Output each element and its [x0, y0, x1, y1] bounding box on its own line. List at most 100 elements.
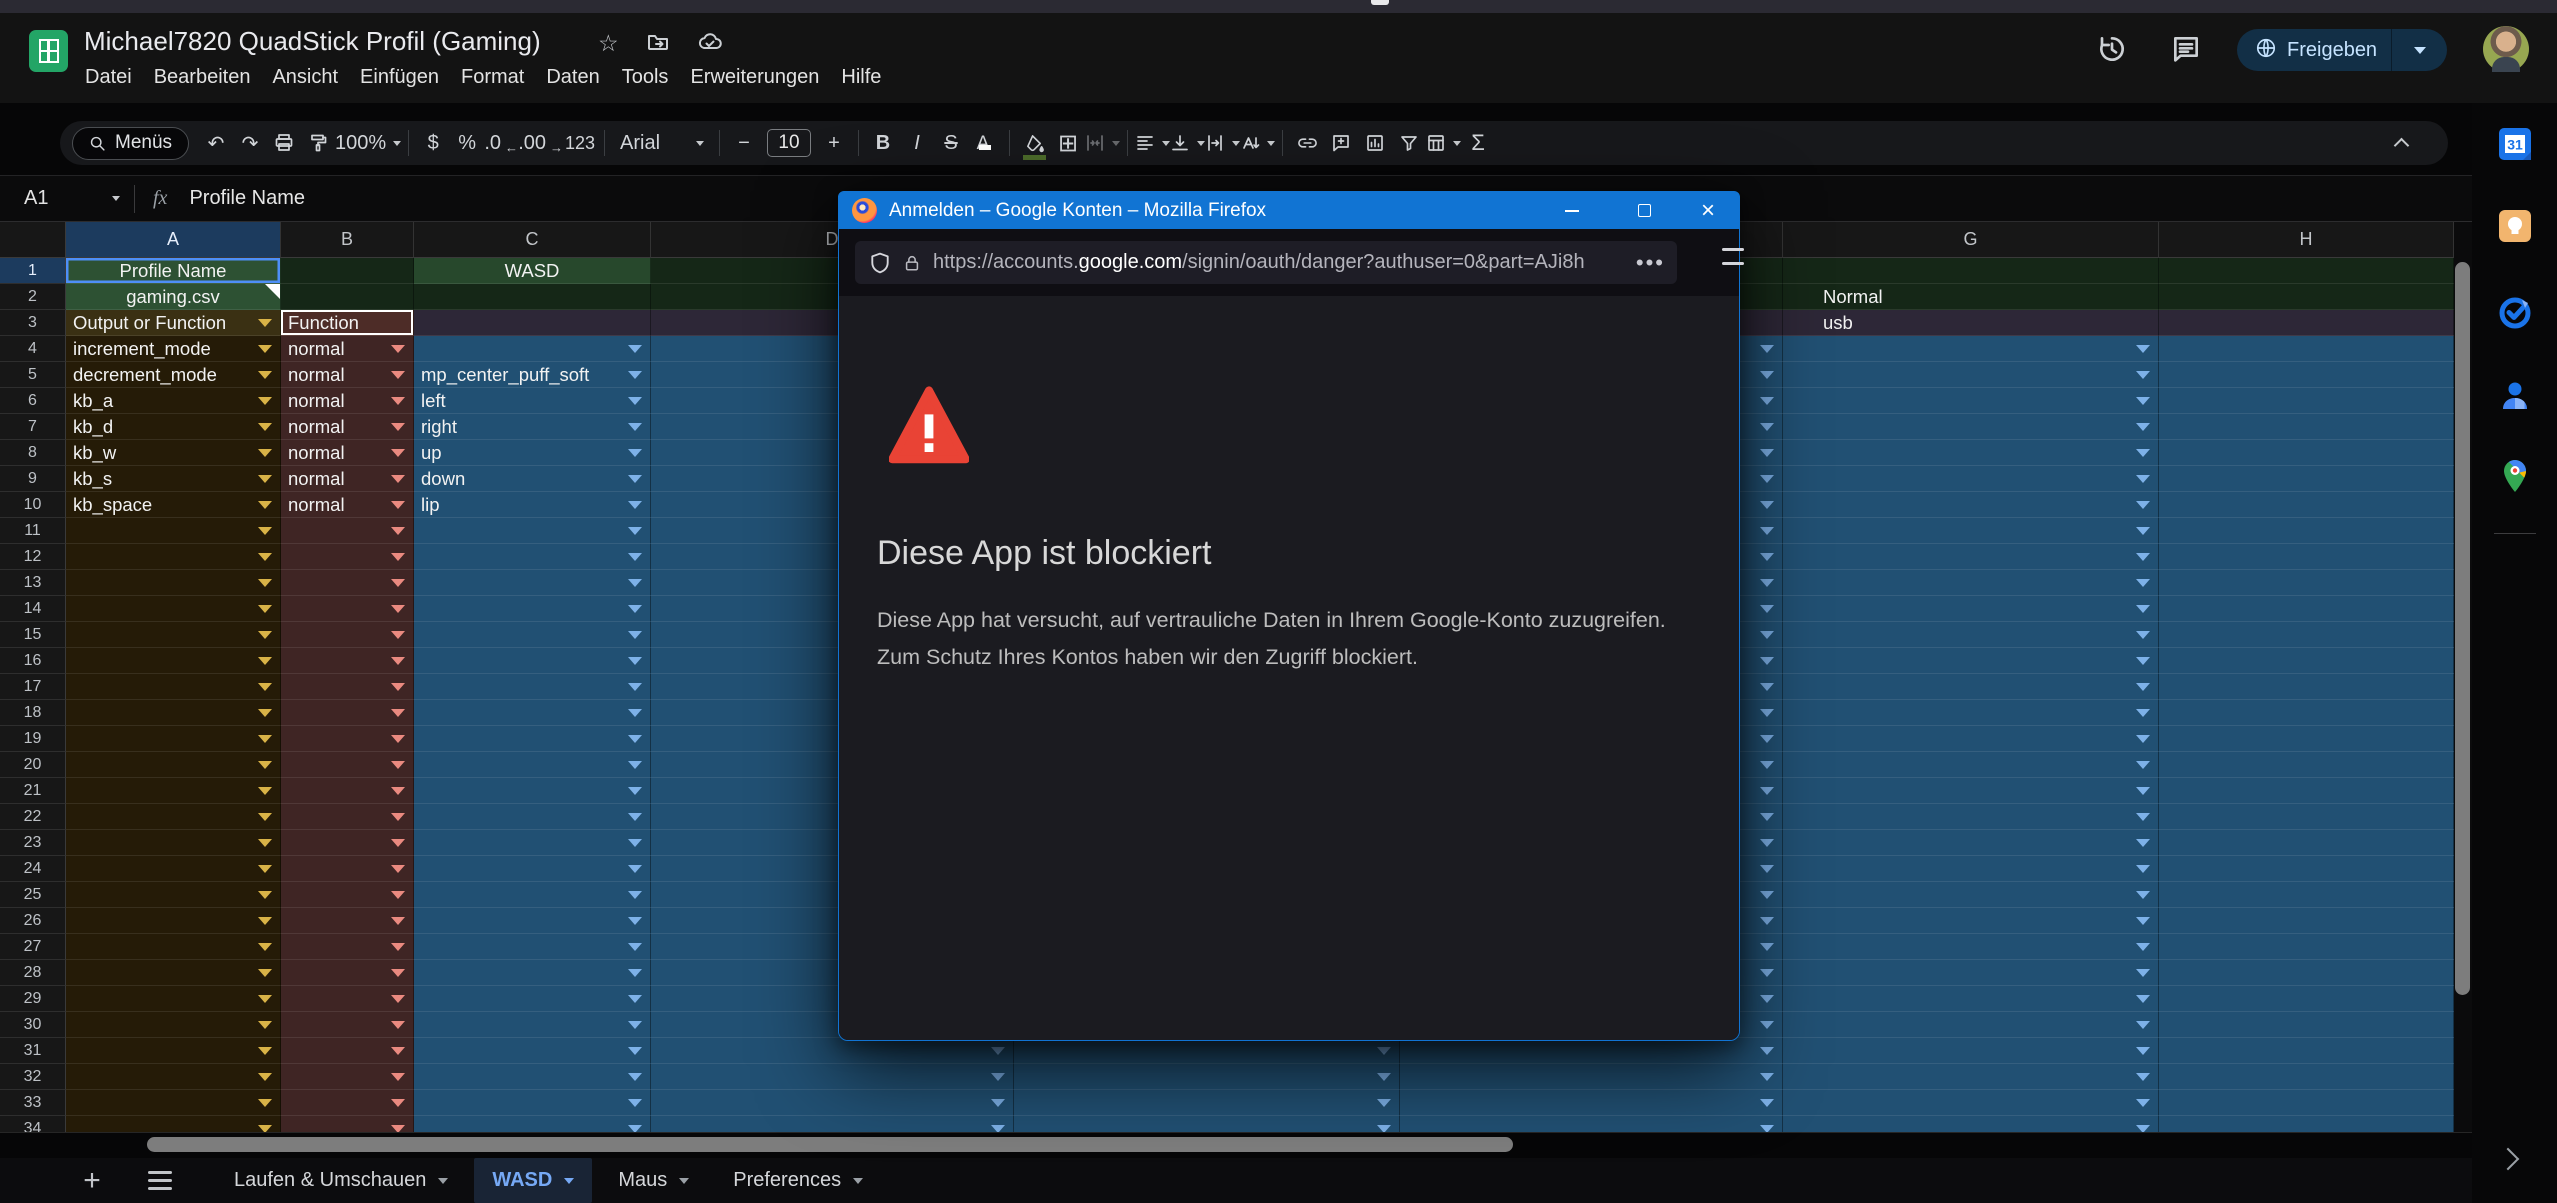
- fill-color-button[interactable]: [1017, 127, 1051, 159]
- column-header-A[interactable]: A: [66, 222, 281, 258]
- star-icon[interactable]: ☆: [598, 30, 619, 60]
- dropdown-arrow-icon[interactable]: [258, 1099, 272, 1107]
- dropdown-arrow-icon[interactable]: [391, 787, 405, 795]
- cell-C25[interactable]: [414, 882, 651, 908]
- cell-A8[interactable]: kb_w: [66, 440, 281, 466]
- cell-A21[interactable]: [66, 778, 281, 804]
- name-box[interactable]: A1: [0, 187, 120, 210]
- cell-H17[interactable]: [2159, 674, 2454, 700]
- cell-G8[interactable]: [1783, 440, 2159, 466]
- menu-einfuegen[interactable]: Einfügen: [349, 63, 450, 92]
- url-bar[interactable]: https://accounts.google.com/signin/oauth…: [855, 241, 1677, 284]
- dropdown-arrow-icon[interactable]: [2136, 735, 2150, 743]
- cell-H5[interactable]: [2159, 362, 2454, 388]
- dropdown-arrow-icon[interactable]: [2136, 397, 2150, 405]
- dropdown-arrow-icon[interactable]: [1377, 1047, 1391, 1055]
- dropdown-arrow-icon[interactable]: [391, 501, 405, 509]
- row-header-5[interactable]: 5: [0, 362, 66, 388]
- dropdown-arrow-icon[interactable]: [2136, 683, 2150, 691]
- dropdown-arrow-icon[interactable]: [1760, 839, 1774, 847]
- sheet-tab-maus[interactable]: Maus: [600, 1158, 707, 1203]
- dropdown-arrow-icon[interactable]: [1760, 735, 1774, 743]
- dropdown-arrow-icon[interactable]: [391, 865, 405, 873]
- dropdown-arrow-icon[interactable]: [258, 709, 272, 717]
- row-header-27[interactable]: 27: [0, 934, 66, 960]
- cell-B8[interactable]: normal: [281, 440, 414, 466]
- horizontal-scrollbar[interactable]: [147, 1137, 1513, 1152]
- lock-icon[interactable]: [903, 254, 921, 272]
- cell-H6[interactable]: [2159, 388, 2454, 414]
- row-header-26[interactable]: 26: [0, 908, 66, 934]
- cell-B26[interactable]: [281, 908, 414, 934]
- cell-B27[interactable]: [281, 934, 414, 960]
- dropdown-arrow-icon[interactable]: [991, 1073, 1005, 1081]
- close-button[interactable]: ×: [1685, 192, 1731, 229]
- dropdown-arrow-icon[interactable]: [2136, 761, 2150, 769]
- cell-H28[interactable]: [2159, 960, 2454, 986]
- dropdown-arrow-icon[interactable]: [628, 995, 642, 1003]
- cell-A19[interactable]: [66, 726, 281, 752]
- cell-G6[interactable]: [1783, 388, 2159, 414]
- row-header-24[interactable]: 24: [0, 856, 66, 882]
- cell-H32[interactable]: [2159, 1064, 2454, 1090]
- account-avatar[interactable]: [2483, 26, 2529, 72]
- dropdown-arrow-icon[interactable]: [258, 917, 272, 925]
- cell-B11[interactable]: [281, 518, 414, 544]
- cell-C16[interactable]: [414, 648, 651, 674]
- dropdown-arrow-icon[interactable]: [2136, 553, 2150, 561]
- cell-D34[interactable]: [651, 1116, 1014, 1133]
- cell-A31[interactable]: [66, 1038, 281, 1064]
- row-header-4[interactable]: 4: [0, 336, 66, 362]
- minimize-button[interactable]: [1549, 192, 1595, 229]
- dropdown-arrow-icon[interactable]: [258, 683, 272, 691]
- cell-G21[interactable]: [1783, 778, 2159, 804]
- dropdown-arrow-icon[interactable]: [1760, 449, 1774, 457]
- dropdown-arrow-icon[interactable]: [1760, 631, 1774, 639]
- dropdown-arrow-icon[interactable]: [628, 397, 642, 405]
- cell-C32[interactable]: [414, 1064, 651, 1090]
- cell-A20[interactable]: [66, 752, 281, 778]
- dropdown-arrow-icon[interactable]: [1760, 917, 1774, 925]
- dropdown-arrow-icon[interactable]: [258, 501, 272, 509]
- row-header-11[interactable]: 11: [0, 518, 66, 544]
- cell-A6[interactable]: kb_a: [66, 388, 281, 414]
- cell-B32[interactable]: [281, 1064, 414, 1090]
- dropdown-arrow-icon[interactable]: [2136, 1073, 2150, 1081]
- cell-H31[interactable]: [2159, 1038, 2454, 1064]
- dropdown-arrow-icon[interactable]: [258, 579, 272, 587]
- dropdown-arrow-icon[interactable]: [391, 813, 405, 821]
- dropdown-arrow-icon[interactable]: [991, 1099, 1005, 1107]
- cell-F33[interactable]: [1400, 1090, 1783, 1116]
- cell-C22[interactable]: [414, 804, 651, 830]
- dropdown-arrow-icon[interactable]: [1760, 1125, 1774, 1133]
- dropdown-arrow-icon[interactable]: [628, 761, 642, 769]
- cell-C3[interactable]: [414, 310, 651, 336]
- cell-H9[interactable]: [2159, 466, 2454, 492]
- cell-A33[interactable]: [66, 1090, 281, 1116]
- cell-B24[interactable]: [281, 856, 414, 882]
- dropdown-arrow-icon[interactable]: [391, 631, 405, 639]
- sheet-tab-wasd[interactable]: WASD: [474, 1158, 592, 1203]
- cell-B17[interactable]: [281, 674, 414, 700]
- dropdown-arrow-icon[interactable]: [1760, 501, 1774, 509]
- cell-A32[interactable]: [66, 1064, 281, 1090]
- cell-H21[interactable]: [2159, 778, 2454, 804]
- cell-G25[interactable]: [1783, 882, 2159, 908]
- dropdown-arrow-icon[interactable]: [2136, 657, 2150, 665]
- dropdown-arrow-icon[interactable]: [1760, 579, 1774, 587]
- cell-C17[interactable]: [414, 674, 651, 700]
- row-header-22[interactable]: 22: [0, 804, 66, 830]
- cell-C6[interactable]: left: [414, 388, 651, 414]
- cell-C1[interactable]: WASD: [414, 258, 651, 284]
- dropdown-arrow-icon[interactable]: [1760, 1073, 1774, 1081]
- dropdown-arrow-icon[interactable]: [1760, 371, 1774, 379]
- dropdown-arrow-icon[interactable]: [628, 1073, 642, 1081]
- cell-D32[interactable]: [651, 1064, 1014, 1090]
- menu-tools[interactable]: Tools: [611, 63, 680, 92]
- cell-G12[interactable]: [1783, 544, 2159, 570]
- cell-C9[interactable]: down: [414, 466, 651, 492]
- dropdown-arrow-icon[interactable]: [1377, 1099, 1391, 1107]
- cell-B12[interactable]: [281, 544, 414, 570]
- row-header-15[interactable]: 15: [0, 622, 66, 648]
- format-currency-button[interactable]: $: [416, 127, 450, 159]
